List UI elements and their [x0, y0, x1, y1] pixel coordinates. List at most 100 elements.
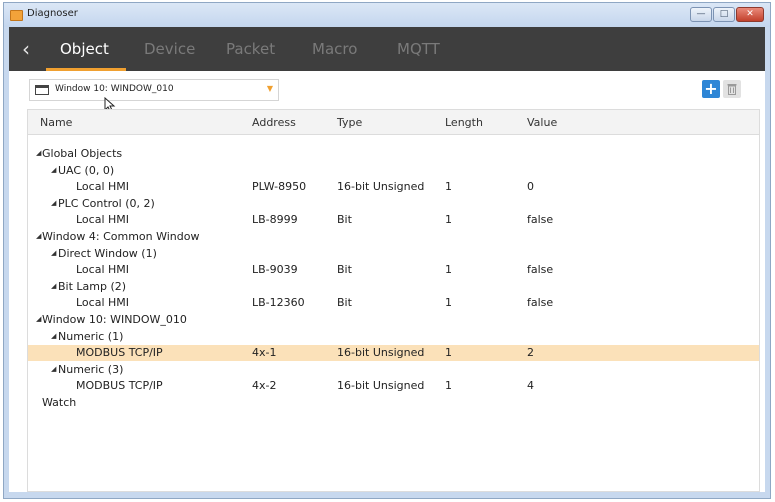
close-button[interactable]: ✕	[736, 7, 764, 22]
expand-arrow-icon[interactable]: ◢	[51, 365, 56, 373]
row-length: 1	[445, 346, 452, 360]
object-toolbar: Window 10: WINDOW_010 ▼ +	[9, 71, 765, 113]
column-header-name[interactable]: Name	[40, 116, 72, 129]
row-name: Local HMI	[76, 213, 130, 227]
diagnoser-window: Diagnoser — □ ✕ ‹ Object Device Packet M…	[3, 2, 771, 499]
add-button[interactable]: +	[702, 80, 720, 98]
tree-row[interactable]: ◢ Window 4: Common Window	[28, 229, 759, 245]
chevron-left-icon: ‹	[22, 37, 30, 61]
tab-mqtt[interactable]: MQTT	[397, 40, 440, 58]
tab-bar: ‹ Object Device Packet Macro MQTT	[9, 27, 765, 71]
tree-row[interactable]: MODBUS TCP/IP 4x-2 16-bit Unsigned 1 4	[28, 378, 759, 394]
tree-row[interactable]: MODBUS TCP/IP 4x-1 16-bit Unsigned 1 2	[28, 345, 759, 362]
column-header-length[interactable]: Length	[445, 116, 483, 129]
row-name: Bit Lamp (2)	[58, 279, 127, 293]
row-length: 1	[445, 263, 452, 277]
tree-row[interactable]: Local HMI LB-12360 Bit 1 false	[28, 295, 759, 311]
maximize-icon: □	[719, 9, 729, 19]
close-icon: ✕	[746, 9, 754, 19]
expand-arrow-icon[interactable]: ◢	[36, 315, 41, 323]
expand-arrow-icon[interactable]: ◢	[51, 199, 56, 207]
tree-row[interactable]: Local HMI LB-9039 Bit 1 false	[28, 262, 759, 278]
expand-arrow-icon[interactable]: ◢	[51, 249, 56, 257]
row-address: 4x-2	[252, 379, 277, 393]
title-bar[interactable]: Diagnoser — □ ✕	[4, 3, 770, 27]
row-type: 16-bit Unsigned	[337, 180, 425, 194]
row-type: Bit	[337, 213, 352, 227]
tab-object[interactable]: Object	[60, 40, 109, 58]
row-name: Direct Window (1)	[58, 246, 157, 260]
plus-icon: +	[704, 79, 718, 98]
expand-arrow-icon[interactable]: ◢	[36, 149, 41, 157]
row-type: 16-bit Unsigned	[337, 379, 425, 393]
trash-icon	[727, 84, 737, 95]
row-name: Window 10: WINDOW_010	[42, 313, 187, 326]
back-button[interactable]: ‹	[17, 38, 35, 60]
row-address: LB-12360	[252, 296, 305, 310]
row-length: 1	[445, 180, 452, 194]
row-name: Local HMI	[76, 180, 130, 194]
expand-arrow-icon[interactable]: ◢	[51, 282, 56, 290]
row-name: Local HMI	[76, 296, 130, 310]
row-length: 1	[445, 213, 452, 227]
object-tree-table[interactable]: Name Address Type Length Value ◢ Global O…	[27, 109, 760, 492]
column-header-type[interactable]: Type	[337, 116, 362, 129]
tree-row[interactable]: ◢ Window 10: WINDOW_010	[28, 312, 759, 328]
minimize-button[interactable]: —	[690, 7, 712, 22]
column-header-address[interactable]: Address	[252, 116, 296, 129]
window-icon	[35, 85, 49, 95]
row-value: 0	[527, 180, 534, 194]
row-name: Global Objects	[42, 147, 123, 160]
expand-arrow-icon[interactable]: ◢	[51, 332, 56, 340]
window-select-value: Window 10: WINDOW_010	[55, 84, 174, 94]
row-name: MODBUS TCP/IP	[76, 346, 163, 360]
row-value: false	[527, 296, 554, 310]
tree-row[interactable]: ◢ Global Objects	[28, 146, 759, 162]
expand-arrow-icon[interactable]: ◢	[51, 166, 56, 174]
delete-button[interactable]	[723, 80, 741, 98]
row-address: PLW-8950	[252, 180, 307, 194]
minimize-icon: —	[696, 9, 706, 19]
dropdown-arrow-icon: ▼	[266, 84, 273, 93]
window-controls: — □ ✕	[690, 7, 764, 22]
tab-macro[interactable]: Macro	[312, 40, 357, 58]
row-name: MODBUS TCP/IP	[76, 379, 163, 393]
row-address: LB-9039	[252, 263, 298, 277]
row-value: false	[527, 263, 554, 277]
tree-row[interactable]: ◢ Direct Window (1)	[28, 246, 759, 262]
tree-row[interactable]: Local HMI LB-8999 Bit 1 false	[28, 212, 759, 228]
row-name: Numeric (3)	[58, 362, 124, 376]
row-value: 4	[527, 379, 534, 393]
maximize-button[interactable]: □	[713, 7, 735, 22]
tab-device[interactable]: Device	[144, 40, 195, 58]
tree-row[interactable]: Local HMI PLW-8950 16-bit Unsigned 1 0	[28, 179, 759, 195]
row-name: Watch	[42, 396, 77, 409]
tree-row[interactable]: ◢ Numeric (3)	[28, 362, 759, 378]
tree-row[interactable]: ◢ Numeric (1)	[28, 329, 759, 345]
row-length: 1	[445, 296, 452, 310]
row-address: 4x-1	[252, 346, 277, 360]
row-value: 2	[527, 346, 534, 360]
row-type: 16-bit Unsigned	[337, 346, 425, 360]
diagnoser-content: ‹ Object Device Packet Macro MQTT Window…	[9, 27, 765, 492]
tree-row[interactable]: ◢ PLC Control (0, 2)	[28, 196, 759, 212]
row-name: PLC Control (0, 2)	[58, 196, 155, 210]
window-title: Diagnoser	[27, 8, 78, 19]
row-name: Window 4: Common Window	[42, 230, 200, 243]
tree-row[interactable]: ◢ Bit Lamp (2)	[28, 279, 759, 295]
row-length: 1	[445, 379, 452, 393]
column-header-value[interactable]: Value	[527, 116, 557, 129]
table-header: Name Address Type Length Value	[28, 110, 759, 135]
row-name: UAC (0, 0)	[58, 163, 115, 177]
tab-packet[interactable]: Packet	[226, 40, 275, 58]
row-name: Numeric (1)	[58, 329, 124, 343]
row-type: Bit	[337, 263, 352, 277]
app-icon	[10, 10, 23, 21]
expand-arrow-icon[interactable]: ◢	[36, 232, 41, 240]
row-address: LB-8999	[252, 213, 298, 227]
tree-row[interactable]: Watch	[28, 395, 759, 411]
row-name: Local HMI	[76, 263, 130, 277]
row-type: Bit	[337, 296, 352, 310]
window-select[interactable]: Window 10: WINDOW_010 ▼	[29, 79, 279, 101]
tree-row[interactable]: ◢ UAC (0, 0)	[28, 163, 759, 179]
